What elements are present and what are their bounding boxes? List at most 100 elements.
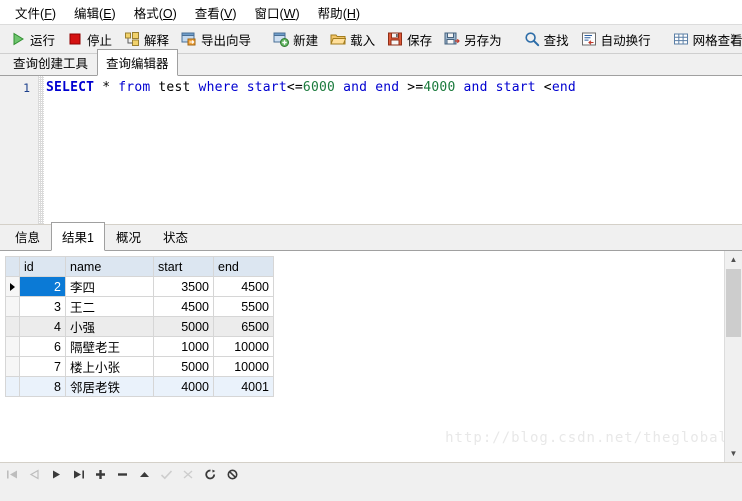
column-header-start[interactable]: start (153, 256, 214, 277)
tab-result-1[interactable]: 结果1 (51, 222, 105, 251)
results-grid-area: id name start end 2 李四 3500 4500 3 王二 45… (0, 251, 742, 463)
cell-name[interactable]: 李四 (65, 276, 154, 297)
row-indicator (5, 276, 20, 297)
menu-item-view[interactable]: 查看(V) (186, 0, 246, 25)
save-button[interactable]: 保存 (381, 28, 438, 51)
prev-record-icon[interactable] (28, 468, 41, 481)
sql-token: <= (286, 80, 303, 95)
last-record-icon[interactable] (72, 468, 85, 481)
sql-token: * (94, 80, 119, 95)
table-row[interactable]: 4 小强 5000 6500 (5, 316, 274, 337)
save-as-button[interactable]: 另存为 (438, 28, 508, 51)
tab-profile-label: 概况 (115, 231, 141, 245)
cell-name[interactable]: 楼上小张 (65, 356, 154, 377)
sql-code-line[interactable]: SELECT * from test where start<=6000 and… (46, 80, 742, 96)
run-button[interactable]: 运行 (4, 28, 61, 51)
toolbar-overflow-button[interactable]: » ▾ (726, 25, 740, 53)
cell-start[interactable]: 4000 (153, 376, 214, 397)
find-button-label: 查找 (543, 33, 569, 48)
menu-item-help-mnemonic: H (346, 6, 356, 21)
find-button[interactable]: 查找 (518, 28, 575, 51)
menu-item-format-text: 格式 (133, 6, 159, 21)
table-row[interactable]: 7 楼上小张 5000 10000 (5, 356, 274, 377)
tab-info[interactable]: 信息 (4, 222, 51, 250)
menu-item-window[interactable]: 窗口(W) (246, 0, 309, 25)
sql-token: start (246, 80, 287, 95)
cell-start[interactable]: 1000 (153, 336, 214, 357)
menu-item-edit[interactable]: 编辑(E) (65, 0, 125, 25)
table-row[interactable]: 8 邻居老铁 4000 4001 (5, 376, 274, 397)
cell-name[interactable]: 邻居老铁 (65, 376, 154, 397)
tab-status[interactable]: 状态 (152, 222, 199, 250)
tab-profile[interactable]: 概况 (105, 222, 152, 250)
menu-item-file[interactable]: 文件(F) (6, 0, 65, 25)
cell-end[interactable]: 4001 (213, 376, 274, 397)
delete-record-icon[interactable] (116, 468, 129, 481)
cell-id[interactable]: 3 (19, 296, 66, 317)
table-row[interactable]: 2 李四 3500 4500 (5, 276, 274, 297)
tab-query-editor[interactable]: 查询编辑器 (97, 49, 178, 76)
grid-icon (673, 31, 689, 47)
apply-change-icon[interactable] (160, 468, 173, 481)
word-wrap-button[interactable]: 自动换行 (575, 28, 657, 51)
table-row[interactable]: 3 王二 4500 5500 (5, 296, 274, 317)
column-header-name[interactable]: name (65, 256, 154, 277)
menu-item-window-mnemonic: W (283, 6, 296, 21)
cell-name[interactable]: 隔壁老王 (65, 336, 154, 357)
cell-start[interactable]: 5000 (153, 316, 214, 337)
table-row[interactable]: 6 隔壁老王 1000 10000 (5, 336, 274, 357)
export-wizard-button-label: 导出向导 (201, 33, 252, 48)
menu-item-help[interactable]: 帮助(H) (309, 0, 369, 25)
refresh-icon[interactable] (204, 468, 217, 481)
cancel-change-icon[interactable] (182, 468, 195, 481)
stop-loading-icon[interactable] (226, 468, 239, 481)
results-vertical-scrollbar[interactable]: ▲ ▼ (724, 251, 742, 462)
chevron-down-icon: ▾ (730, 38, 735, 47)
explain-button-label: 解释 (144, 33, 170, 48)
cell-end[interactable]: 10000 (213, 356, 274, 377)
cell-name[interactable]: 王二 (65, 296, 154, 317)
cell-id[interactable]: 8 (19, 376, 66, 397)
add-record-icon[interactable] (94, 468, 107, 481)
stop-button[interactable]: 停止 (61, 28, 118, 51)
cell-start[interactable]: 5000 (153, 356, 214, 377)
export-wizard-button[interactable]: 导出向导 (175, 28, 257, 51)
menu-item-view-mnemonic: V (223, 6, 233, 21)
watermark-text: http://blog.csdn.net/theglobal (445, 430, 728, 446)
cell-start[interactable]: 3500 (153, 276, 214, 297)
sql-token: from (118, 80, 151, 95)
editor-gutter-divider (38, 76, 44, 224)
cell-id[interactable]: 4 (19, 316, 66, 337)
scrollbar-thumb[interactable] (726, 269, 741, 337)
save-button-label: 保存 (407, 33, 433, 48)
new-button-label: 新建 (293, 33, 319, 48)
cell-name[interactable]: 小强 (65, 316, 154, 337)
cell-id[interactable]: 7 (19, 356, 66, 377)
sql-editor[interactable]: 1 SELECT * from test where start<=6000 a… (0, 76, 742, 225)
cell-start[interactable]: 4500 (153, 296, 214, 317)
cell-end[interactable]: 4500 (213, 276, 274, 297)
load-button[interactable]: 载入 (324, 28, 381, 51)
new-button[interactable]: 新建 (267, 28, 324, 51)
edit-record-icon[interactable] (138, 468, 151, 481)
next-record-icon[interactable] (50, 468, 63, 481)
menu-item-format[interactable]: 格式(O) (125, 0, 186, 25)
scroll-down-icon[interactable]: ▼ (725, 445, 742, 462)
sql-token: and (343, 80, 368, 95)
stop-icon (67, 31, 83, 47)
cell-end[interactable]: 6500 (213, 316, 274, 337)
scroll-up-icon[interactable]: ▲ (725, 251, 742, 268)
column-header-id[interactable]: id (19, 256, 66, 277)
column-header-end[interactable]: end (213, 256, 274, 277)
menu-bar: 文件(F) 编辑(E) 格式(O) 查看(V) 窗口(W) 帮助(H) (0, 0, 742, 24)
sql-token: where (198, 80, 239, 95)
explain-button[interactable]: 解释 (118, 28, 175, 51)
sql-token: end (375, 80, 400, 95)
cell-id[interactable]: 2 (19, 276, 66, 297)
cell-end[interactable]: 5500 (213, 296, 274, 317)
cell-end[interactable]: 10000 (213, 336, 274, 357)
first-record-icon[interactable] (6, 468, 19, 481)
cell-id[interactable]: 6 (19, 336, 66, 357)
